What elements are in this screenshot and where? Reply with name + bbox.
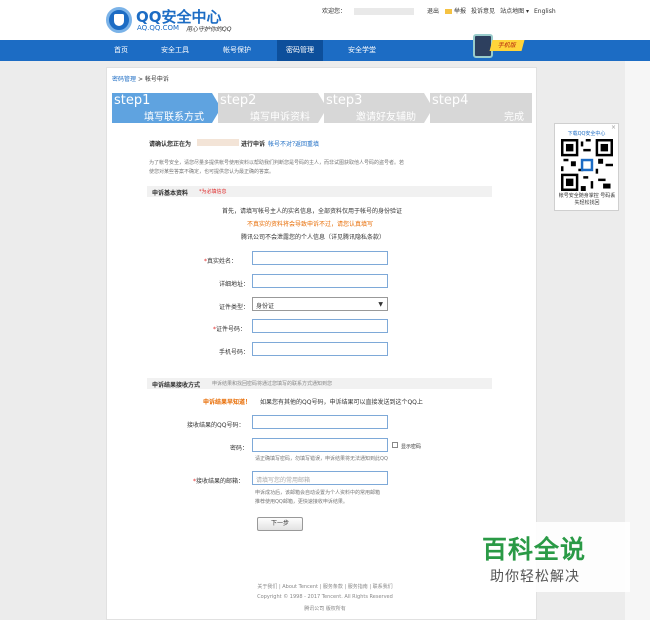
password-label: 密码： — [230, 445, 249, 452]
logo-slogan: 用心守护你的QQ — [186, 26, 232, 33]
phone-input[interactable] — [252, 342, 388, 356]
qr-caption: 帐号安全随身掌控 号码丢失轻松找回 — [558, 193, 616, 206]
step-progress: step1 填写联系方式 step2 填写申诉资料 step3 邀请好友辅助 s… — [112, 93, 532, 123]
english-link[interactable]: English — [534, 8, 556, 15]
logo-domain: AQ.QQ.COM — [137, 24, 180, 32]
mobile-version-tag[interactable]: 手机版 — [489, 40, 525, 51]
realname-input[interactable] — [252, 251, 388, 265]
address-input[interactable] — [252, 274, 388, 288]
qq-number-blurred — [197, 139, 239, 146]
refill-link[interactable]: 返回重填 — [295, 139, 319, 148]
result-method-title: 申诉结果接收方式 — [152, 382, 201, 389]
step-4-name: 完成 — [504, 112, 524, 123]
idtype-select[interactable]: 身份证 ▼ — [252, 297, 388, 311]
watermark-title: 百科全说 — [482, 535, 587, 564]
next-step-button[interactable]: 下一步 — [257, 517, 303, 531]
intro-line-3: 使您对某些答案不确定，也可提供您认为最正确的答案。 — [149, 169, 275, 175]
idtype-label: 证件类型： — [219, 304, 250, 311]
sitemap-link[interactable]: 站点地图 ▾ — [500, 8, 529, 15]
confirm-text: 请确认您正在为 — [149, 141, 192, 148]
report-link[interactable]: 举报 — [454, 8, 466, 15]
nav-password-management[interactable]: 密码管理 — [277, 40, 323, 61]
idtype-selected: 身份证 — [256, 303, 275, 310]
nav-account-protection[interactable]: 帐号保护 — [214, 40, 260, 61]
nav-security-tools[interactable]: 安全工具 — [152, 40, 198, 61]
email-note-2: 推荐使用QQ邮箱，更快速接收申诉结果。 — [255, 499, 348, 505]
wrong-account-link[interactable]: 帐号不对？ — [268, 139, 298, 148]
email-label: *接收结果的邮箱： — [193, 476, 244, 485]
step-3-num: step3 — [326, 93, 363, 108]
chevron-down-icon: ▼ — [378, 301, 383, 308]
basic-note-1: 首先，请填写帐号主人的实名信息，全部资料仅用于帐号的身份验证 — [222, 208, 403, 215]
footer-copyright: Copyright © 1998 - 2017 Tencent. All Rig… — [257, 594, 393, 600]
basic-note-2: 不真实的资料将会导致申诉不过，请您认真填写 — [247, 221, 374, 228]
footer-company: 腾讯公司 版权所有 — [304, 606, 346, 612]
watermark-subtitle: 助你轻松解决 — [490, 569, 580, 585]
intro-line-2: 为了帐号安全，请您尽量多提供帐号使用资料以帮助我们判断您是号码的主人，而非试图获… — [149, 160, 405, 166]
logout-link[interactable]: 退出 — [427, 8, 439, 15]
result-hint-strong: 申诉结果早知道！ — [203, 399, 252, 406]
basic-note-3: 腾讯公司不会泄露您的个人信息（详见腾讯隐私条款） — [241, 234, 386, 241]
result-method-sub: 申诉结果和找回密码将通过您填写的联系方式通知到您 — [212, 381, 333, 387]
breadcrumb-current: 帐号申诉 — [144, 76, 169, 83]
realname-label-text: 真实姓名： — [207, 258, 238, 265]
step-3-name: 邀请好友辅助 — [356, 112, 416, 123]
result-hint: 如果您有其他的QQ号码，申诉结果可以直接发送到这个QQ上 — [260, 399, 423, 406]
password-input[interactable] — [252, 438, 388, 452]
qq-receive-label: 接收结果的QQ号码： — [187, 422, 245, 429]
email-input[interactable]: 请填写您的常用邮箱 — [252, 471, 388, 485]
idnum-label: *证件号码： — [213, 324, 246, 333]
mail-icon[interactable] — [445, 9, 453, 14]
feedback-link[interactable]: 投诉意见 — [471, 8, 495, 15]
password-note: 请正确填写密码，勿填写错误，申诉结果将无法通知到此QQ — [255, 456, 388, 462]
welcome-text: 欢迎您： — [322, 8, 347, 15]
show-password-checkbox[interactable] — [392, 442, 398, 448]
step-2: step2 填写申诉资料 — [218, 93, 318, 123]
username-blurred — [354, 8, 415, 15]
nav-home[interactable]: 首页 — [106, 40, 136, 61]
qr-download-panel: × 下载QQ安全中心 帐号安全随身掌控 号码丢失轻松找回 — [554, 123, 619, 211]
qr-title: 下载QQ安全中心 — [567, 131, 606, 137]
idnum-input[interactable] — [252, 319, 388, 333]
basic-info-required-note: *为必填信息 — [199, 189, 227, 195]
main-nav: 首页 安全工具 帐号保护 密码管理 安全学堂 — [0, 40, 650, 61]
address-label: 详细地址： — [219, 281, 250, 288]
nav-security-school[interactable]: 安全学堂 — [339, 40, 385, 61]
confirm-text-2: 进行申诉 — [241, 141, 266, 148]
show-password-label[interactable]: 显示密码 — [401, 443, 421, 450]
step-4-num: step4 — [432, 93, 469, 108]
breadcrumb: 密码管理 > 帐号申诉 — [112, 74, 169, 83]
basic-info-title: 申诉基本资料 — [152, 190, 189, 197]
qr-code-icon — [561, 139, 613, 191]
email-note-1: 申诉成功后，该邮箱会自动设置为个人资料中的常用邮箱 — [255, 490, 381, 496]
realname-label: *真实姓名： — [204, 256, 237, 265]
result-method-header: 申诉结果接收方式 申诉结果和找回密码将通过您填写的联系方式通知到您 — [147, 378, 492, 389]
top-links: 欢迎您： 退出 举报 投诉意见 站点地图 ▾ English — [322, 6, 556, 15]
step-4: step4 完成 — [430, 93, 532, 123]
idnum-label-text: 证件号码： — [216, 326, 247, 333]
step-1: step1 填写联系方式 — [112, 93, 212, 123]
qq-receive-input[interactable] — [252, 415, 388, 429]
email-label-text: 接收结果的邮箱： — [196, 478, 245, 485]
qq-security-logo-icon[interactable] — [106, 7, 132, 33]
basic-info-header: 申诉基本资料 *为必填信息 — [147, 186, 492, 197]
step-2-num: step2 — [220, 93, 257, 108]
phone-label: 手机号码： — [219, 349, 250, 356]
breadcrumb-parent[interactable]: 密码管理 — [112, 76, 136, 83]
step-3: step3 邀请好友辅助 — [324, 93, 424, 123]
step-1-num: step1 — [114, 93, 151, 108]
step-1-name: 填写联系方式 — [144, 112, 204, 123]
site-header: QQ安全中心 AQ.QQ.COM 用心守护你的QQ 欢迎您： 退出 举报 投诉意见 站点… — [0, 0, 650, 40]
step-2-name: 填写申诉资料 — [250, 112, 310, 123]
breadcrumb-sep: > — [137, 76, 143, 83]
